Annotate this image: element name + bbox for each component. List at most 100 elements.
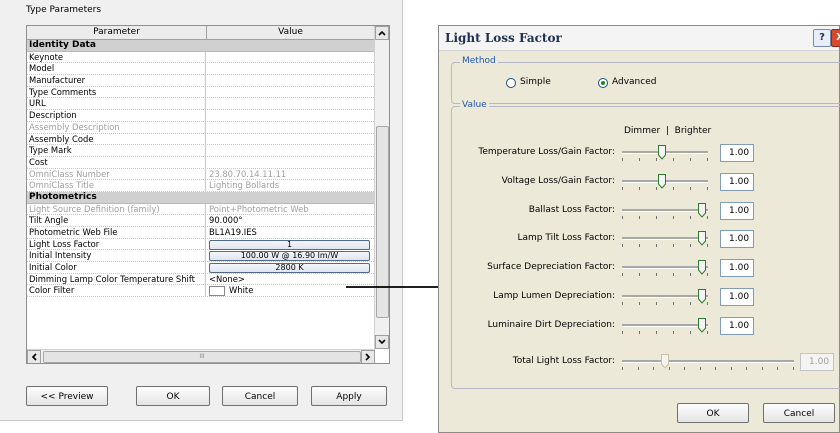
slider-tick (656, 244, 657, 248)
slider-tick (673, 302, 674, 305)
simple-radio-label[interactable]: Simple (520, 77, 551, 87)
slider-thumb (661, 354, 669, 369)
factor-value-field[interactable]: 1.00 (720, 259, 754, 278)
slider-tick (622, 367, 623, 370)
slider-tick (639, 273, 640, 277)
factor-label: Luminaire Dirt Depreciation: (487, 319, 615, 330)
slider-tick (690, 244, 691, 248)
slider-tick (622, 158, 623, 161)
slider-tick (690, 158, 691, 161)
slider-tick (656, 330, 657, 334)
slider-tick (707, 215, 708, 219)
factor-value-field[interactable]: 1.00 (720, 316, 754, 335)
factor-label: Voltage Loss/Gain Factor: (501, 175, 615, 186)
slider-tick (793, 367, 794, 370)
slider-ticks (622, 330, 708, 334)
factor-label: Temperature Loss/Gain Factor: (478, 147, 615, 157)
factor-value-field[interactable]: 1.00 (720, 172, 754, 191)
advanced-radio-label[interactable]: Advanced (612, 77, 656, 87)
slider-tick (707, 158, 708, 161)
slider-tick (673, 330, 674, 334)
slider-tick (715, 367, 716, 370)
slider-tick (707, 273, 708, 277)
slider-tick (707, 302, 708, 305)
slider-track (622, 266, 708, 270)
factor-value-field[interactable]: 1.00 (720, 201, 754, 220)
factor-value-field[interactable]: 1.00 (720, 230, 754, 249)
slider-tick (673, 244, 674, 248)
factor-label: Ballast Loss Factor: (528, 204, 615, 215)
close-button[interactable]: X (831, 29, 840, 47)
slider-thumb[interactable] (698, 260, 706, 275)
slider-tick (746, 367, 747, 370)
factor-value-field[interactable]: 1.00 (720, 144, 754, 162)
slider-tick (762, 367, 763, 370)
factor-slider[interactable] (622, 202, 708, 223)
slider-tick (639, 158, 640, 161)
method-legend: Method (460, 56, 498, 66)
slider-thumb[interactable] (698, 317, 706, 333)
slider-tick (673, 273, 674, 277)
total-factor-label: Total Light Loss Factor: (512, 356, 615, 366)
slider-tick (669, 367, 670, 370)
factor-slider[interactable] (622, 231, 708, 251)
light-loss-factor-dialog: Light Loss Factor ? X Method Simple Adva… (438, 25, 840, 433)
value-group: Value Dimmer | Brighter Temperature Loss… (451, 100, 840, 389)
slider-ticks (622, 367, 794, 370)
slider-tick (638, 367, 639, 370)
dimmer-brighter-label: Dimmer | Brighter (624, 126, 712, 136)
slider-tick (690, 215, 691, 219)
factor-label: Lamp Lumen Depreciation: (493, 291, 615, 301)
slider-tick (777, 367, 778, 370)
factor-slider[interactable] (622, 173, 708, 194)
slider-tick (690, 186, 691, 190)
slider-tick (707, 186, 708, 190)
slider-ticks (622, 273, 708, 277)
factor-value-field[interactable]: 1.00 (720, 288, 754, 306)
total-factor-field: 1.00 (800, 353, 834, 371)
slider-tick (690, 273, 691, 277)
slider-ticks (622, 244, 708, 248)
slider-track (622, 360, 794, 363)
factor-slider[interactable] (622, 260, 708, 280)
slider-ticks (622, 302, 708, 305)
slider-thumb[interactable] (658, 145, 666, 160)
factor-slider[interactable] (622, 145, 708, 165)
slider-thumb[interactable] (698, 231, 706, 247)
slider-track (622, 295, 708, 298)
help-button[interactable]: ? (813, 29, 831, 47)
slider-tick (656, 273, 657, 277)
slider-tick (707, 330, 708, 334)
slider-tick (656, 215, 657, 219)
radio-selected-dot (601, 81, 605, 85)
slider-tick (690, 330, 691, 334)
slider-tick (656, 302, 657, 305)
method-group: Method Simple Advanced (451, 56, 840, 104)
slider-tick (622, 215, 623, 219)
slider-thumb[interactable] (658, 173, 666, 189)
slider-tick (690, 302, 691, 305)
slider-tick (639, 215, 640, 219)
factor-label: Lamp Tilt Loss Factor: (517, 233, 615, 244)
dialog-titlebar[interactable]: Light Loss Factor ? X (439, 26, 840, 51)
slider-thumb[interactable] (698, 202, 706, 218)
slider-tick (622, 273, 623, 277)
slider-tick (622, 302, 623, 305)
simple-radio[interactable] (506, 78, 516, 88)
slider-tick (684, 367, 685, 370)
slider-tick (673, 215, 674, 219)
slider-tick (622, 330, 623, 334)
slider-tick (673, 186, 674, 190)
slider-tick (639, 244, 640, 248)
dialog-cancel-button[interactable]: Cancel (763, 403, 835, 423)
slider-tick (673, 158, 674, 161)
advanced-radio[interactable] (598, 78, 608, 88)
value-legend: Value (460, 100, 489, 110)
slider-thumb[interactable] (698, 289, 706, 304)
factor-slider[interactable] (622, 317, 708, 338)
factor-slider[interactable] (622, 289, 708, 309)
slider-tick (731, 367, 732, 370)
slider-ticks (622, 215, 708, 219)
slider-tick (622, 244, 623, 248)
dialog-ok-button[interactable]: OK (677, 403, 749, 423)
